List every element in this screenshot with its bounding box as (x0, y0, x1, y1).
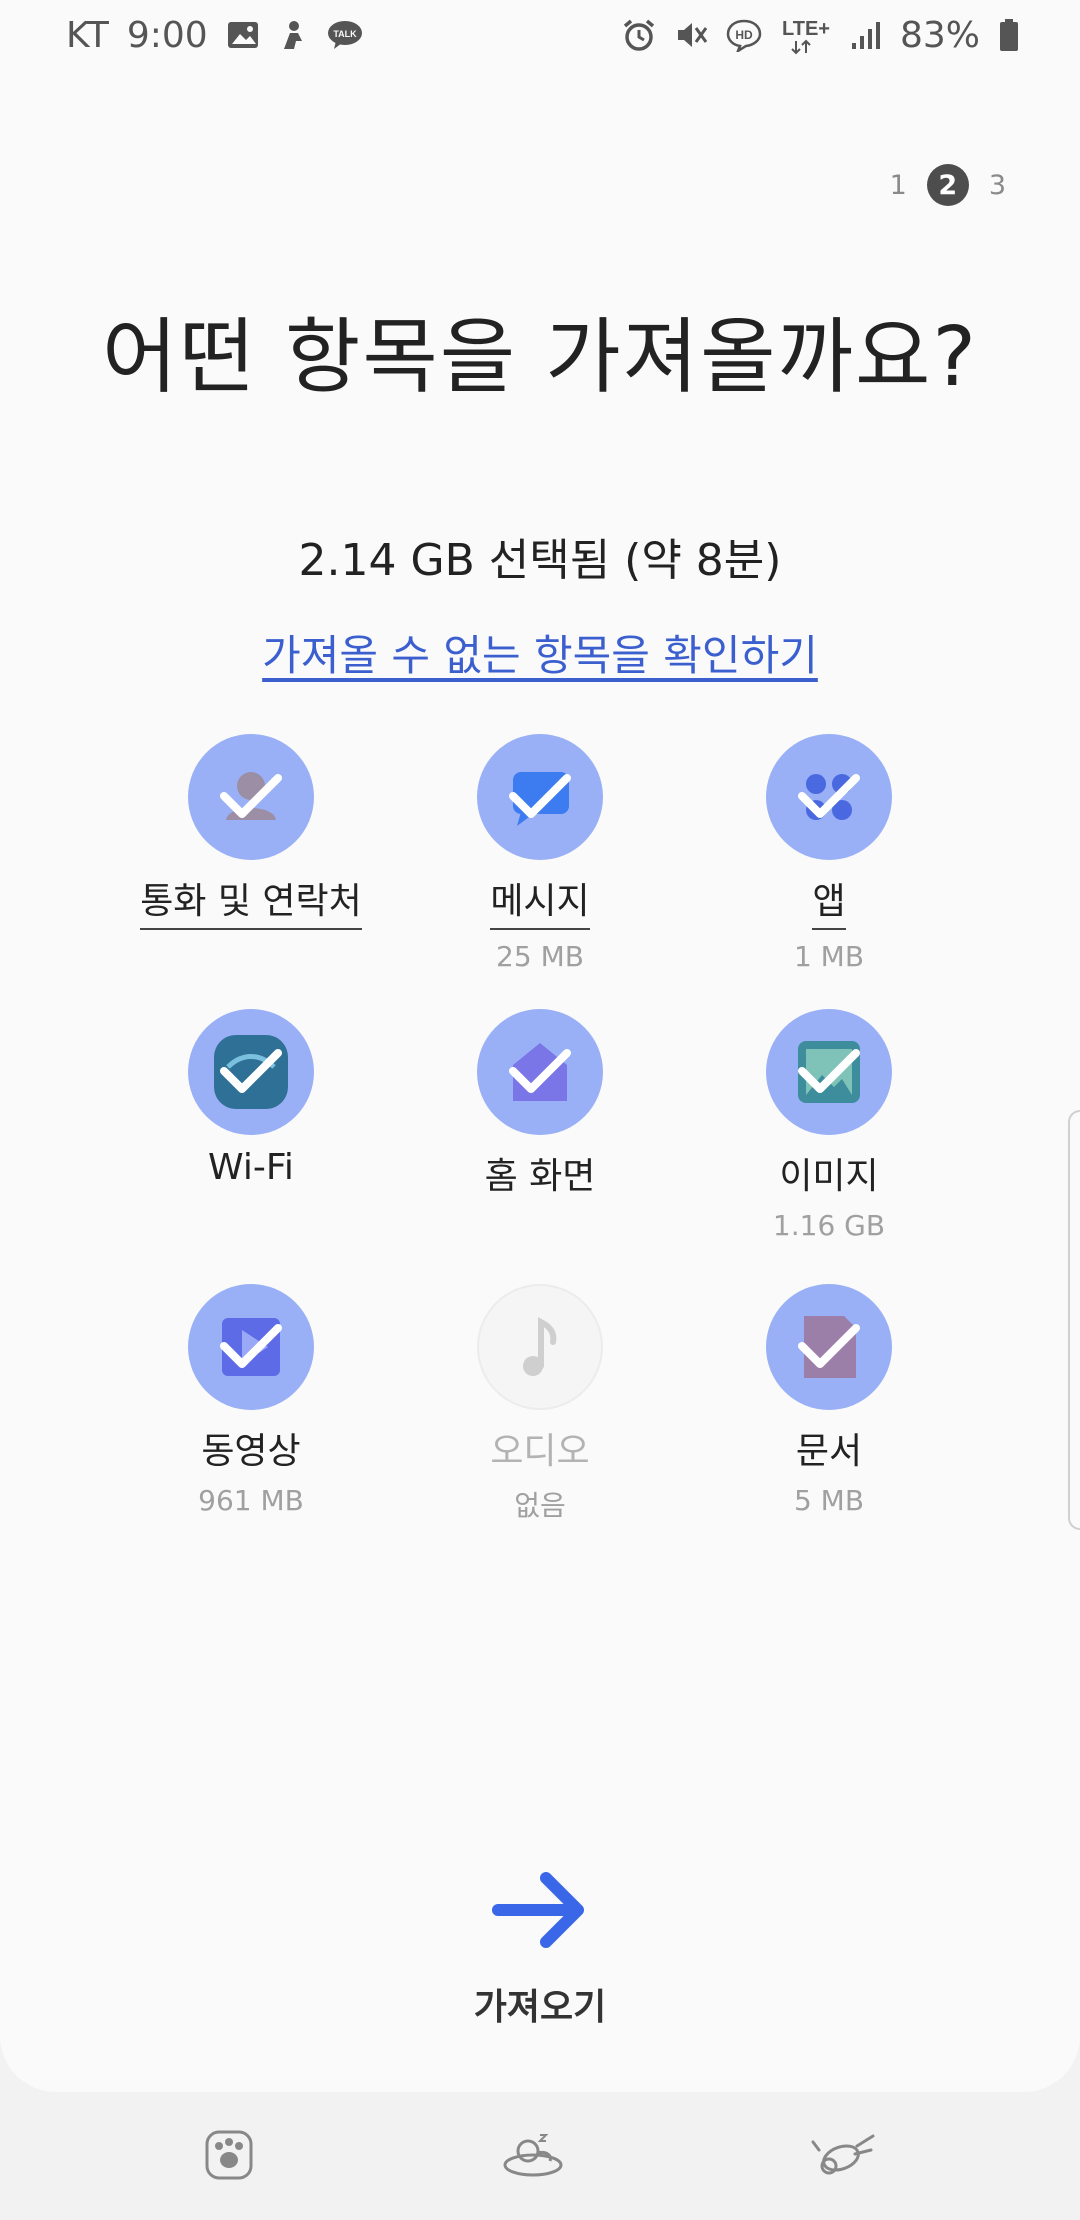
lte-icon: LTE+ (780, 15, 832, 55)
item-label: 통화 및 연락처 (140, 872, 362, 930)
step-1: 1 (889, 169, 907, 201)
carrier-label: KT (66, 14, 109, 56)
item-size: 없음 (514, 1489, 566, 1522)
unsupported-items-link[interactable]: 가져올 수 없는 항목을 확인하기 (0, 622, 1080, 683)
item-videos[interactable]: 동영상 961 MB (101, 1284, 401, 1517)
hd-badge-text: HD (735, 28, 753, 42)
item-contacts[interactable]: 통화 및 연락처 (101, 734, 401, 940)
hd-voice-icon: HD (726, 18, 762, 52)
item-size: 1 MB (793, 940, 865, 973)
item-label: 앱 (812, 872, 846, 930)
gallery-notification-icon (226, 20, 260, 50)
apps-icon (766, 734, 892, 860)
network-type-text: LTE+ (782, 18, 830, 40)
item-label: 동영상 (201, 1431, 301, 1472)
screen: KT 9:00 TALK HD LTE+ 83% 1 2 3 어떤 항목을 가져… (0, 0, 1080, 2220)
selection-summary: 2.14 GB 선택됨 (약 8분) (298, 535, 782, 586)
item-label: 문서 (795, 1431, 863, 1472)
status-bar: KT 9:00 TALK HD LTE+ 83% (0, 0, 1080, 70)
import-button-label: 가져오기 (473, 1987, 607, 2028)
item-documents[interactable]: 문서 5 MB (679, 1284, 979, 1517)
battery-icon (998, 18, 1020, 52)
import-button[interactable]: 가져오기 (390, 1860, 690, 2060)
item-apps[interactable]: 앱 1 MB (679, 734, 979, 973)
sleeping-pet-icon[interactable] (502, 2129, 564, 2183)
item-size: 1.16 GB (772, 1209, 886, 1242)
item-audio: 오디오 없음 (390, 1284, 690, 1524)
status-right: HD LTE+ 83% (622, 15, 1020, 56)
video-icon (188, 1284, 314, 1410)
music-icon (477, 1284, 603, 1410)
talk-badge-text: TALK (333, 29, 357, 39)
item-messages[interactable]: 메시지 25 MB (390, 734, 690, 973)
item-size: 5 MB (793, 1484, 865, 1517)
time-label: 9:00 (126, 14, 208, 56)
step-2-active: 2 (926, 164, 969, 206)
step-indicator: 1 2 3 (890, 164, 1006, 206)
item-size: 961 MB (198, 1484, 304, 1517)
home-icon (477, 1009, 603, 1135)
item-size: 25 MB (496, 940, 584, 973)
battery-percent: 83% (899, 14, 980, 56)
message-icon (477, 734, 603, 860)
app-notification-icon (278, 19, 308, 51)
bottom-navigation (0, 2092, 1080, 2220)
item-home-screen[interactable]: 홈 화면 (390, 1009, 690, 1209)
status-left: KT 9:00 TALK (66, 15, 364, 56)
kakaotalk-notification-icon: TALK (326, 19, 364, 51)
flying-pet-icon[interactable] (811, 2128, 877, 2184)
item-label: 오디오 (490, 1431, 590, 1472)
item-label: 홈 화면 (484, 1156, 596, 1197)
item-label: 메시지 (490, 872, 590, 930)
image-icon (766, 1009, 892, 1135)
page-title: 어떤 항목을 가져올까요? (101, 310, 979, 405)
arrow-right-icon (490, 1860, 590, 1964)
paw-icon[interactable] (203, 2126, 255, 2186)
edge-panel-handle[interactable] (1068, 1110, 1080, 1530)
alarm-icon (622, 18, 656, 52)
mute-icon (674, 18, 708, 52)
contacts-icon (188, 734, 314, 860)
item-images[interactable]: 이미지 1.16 GB (679, 1009, 979, 1242)
item-label: Wi-Fi (208, 1147, 294, 1188)
document-icon (766, 1284, 892, 1410)
item-label: 이미지 (779, 1156, 879, 1197)
step-3: 3 (988, 169, 1006, 201)
signal-icon (850, 19, 882, 51)
item-wifi[interactable]: Wi-Fi (101, 1009, 401, 1198)
wifi-icon (188, 1009, 314, 1135)
